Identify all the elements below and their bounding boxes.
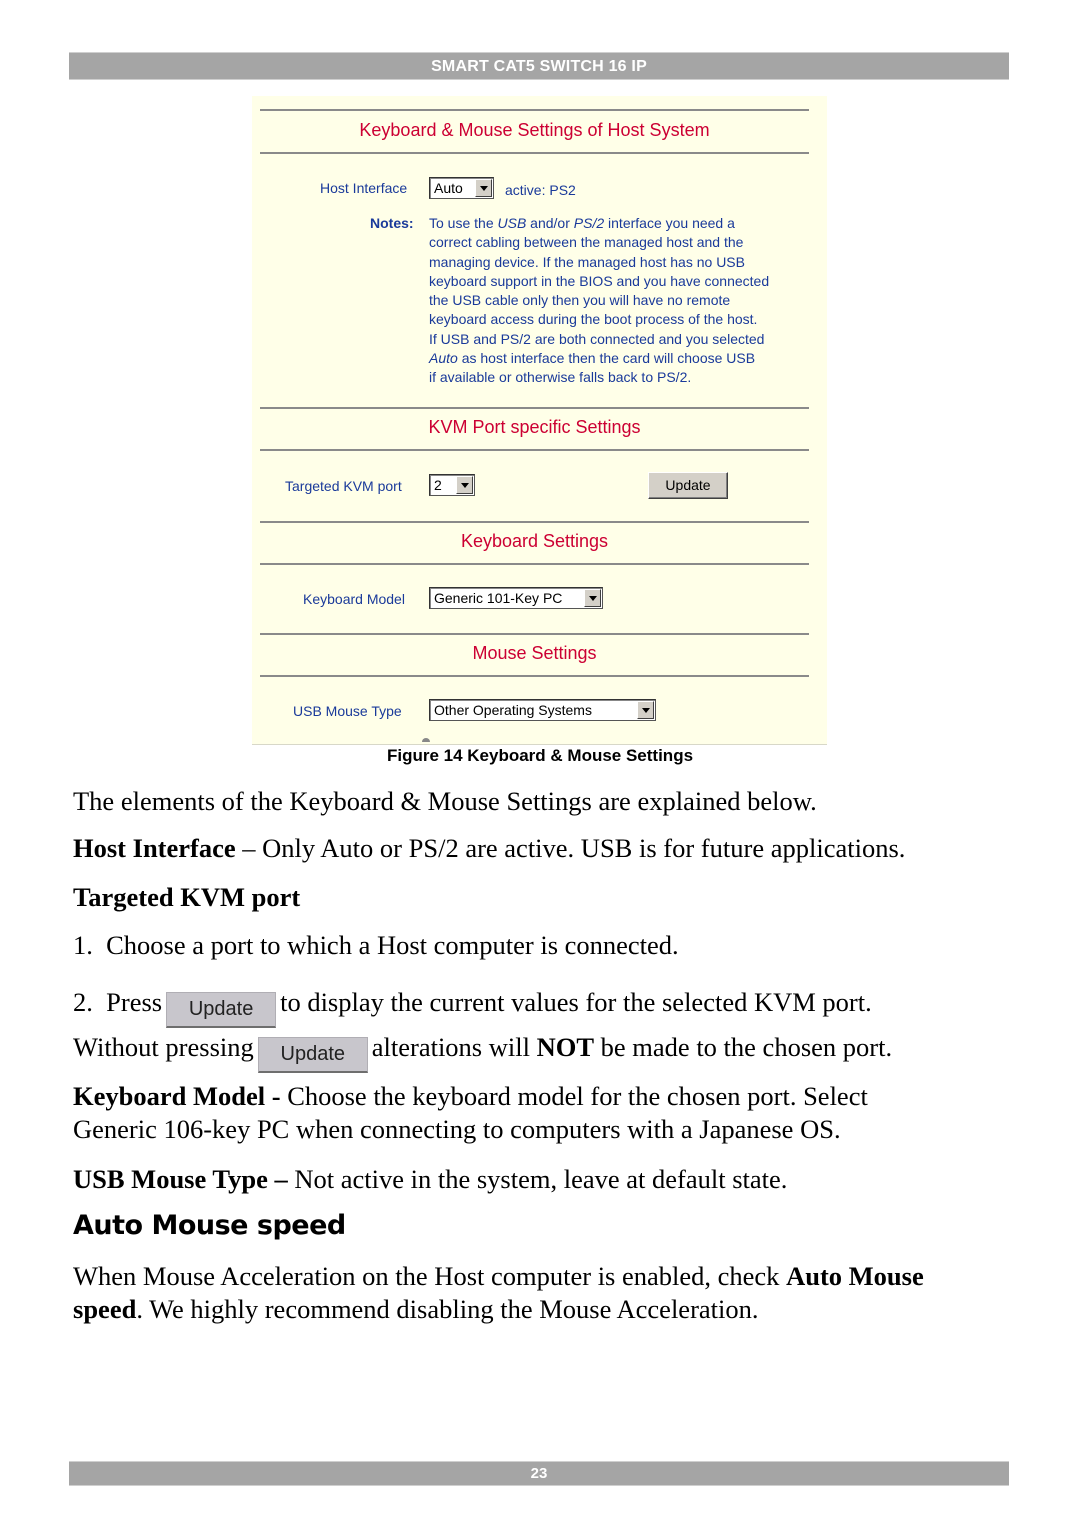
page-number: 23: [530, 1465, 548, 1482]
notes-line: To use the USB and/or PS/2 interface you…: [429, 215, 735, 231]
active-interface-status: active: PS2: [505, 182, 576, 198]
usb-mouse-type-value: Other Operating Systems: [434, 702, 592, 718]
update-button-illustration: Update: [166, 992, 277, 1028]
update-button-illustration: Update: [257, 1037, 368, 1073]
targeted-kvm-port-heading: Targeted KVM port: [73, 882, 301, 912]
auto-mouse-speed-paragraph: When Mouse Acceleration on the Host comp…: [73, 1260, 924, 1326]
targeted-kvm-port-label: Targeted KVM port: [285, 478, 402, 494]
section-title-host-system: Keyboard & Mouse Settings of Host System: [359, 120, 710, 140]
notes-line: keyboard support in the BIOS and you hav…: [429, 272, 770, 289]
description: – Only Auto or PS/2 are active. USB is f…: [235, 833, 906, 863]
chevron-down-icon[interactable]: [456, 476, 473, 494]
text: When Mouse Acceleration on the Host comp…: [73, 1261, 787, 1291]
keyboard-model-label: Keyboard Model: [303, 591, 405, 607]
divider: [260, 109, 809, 111]
term: Keyboard Model -: [73, 1081, 288, 1111]
description: Choose the keyboard model for the chosen…: [287, 1081, 868, 1111]
host-interface-paragraph: Host Interface – Only Auto or PS/2 are a…: [73, 832, 905, 865]
notes-line: managing device. If the managed host has…: [429, 253, 745, 270]
notes-label: Notes:: [370, 215, 414, 231]
usb-mouse-type-label: USB Mouse Type: [293, 703, 402, 719]
bold-text: Auto Mouse: [786, 1261, 924, 1291]
without-suffix: be made to the chosen port.: [594, 1032, 893, 1062]
keyboard-model-select[interactable]: Generic 101-Key PC: [429, 587, 603, 609]
description: Not active in the system, leave at defau…: [294, 1164, 788, 1194]
section-title-kvm-port: KVM Port specific Settings: [428, 417, 641, 437]
host-interface-value: Auto: [434, 180, 463, 196]
divider: [260, 521, 809, 523]
without-pressing-paragraph: Without pressing Update alterations will N…: [73, 1031, 892, 1073]
host-interface-select[interactable]: Auto: [429, 177, 494, 199]
page-header: SMART CAT5 SWITCH 16 IP: [69, 52, 1009, 80]
step-2-prefix: 2. Press: [73, 987, 163, 1017]
page-footer: 23: [69, 1461, 1009, 1486]
bold-text: speed: [73, 1294, 137, 1324]
notes-line: correct cabling between the managed host…: [429, 234, 744, 251]
divider: [260, 563, 809, 565]
usb-mouse-type-select[interactable]: Other Operating Systems: [429, 699, 656, 721]
divider: [260, 633, 809, 635]
usb-mouse-type-paragraph: USB Mouse Type – Not active in the syste…: [73, 1163, 787, 1196]
step-2-suffix: to display the current values for the se…: [280, 987, 872, 1017]
chevron-down-icon[interactable]: [475, 179, 492, 197]
notes-line: if available or otherwise falls back to …: [429, 369, 692, 386]
divider: [260, 449, 809, 451]
targeted-kvm-port-value: 2: [434, 477, 442, 493]
divider: [260, 675, 809, 677]
divider: [260, 407, 809, 409]
without-bold: NOT: [536, 1032, 595, 1062]
without-prefix: Without pressing: [73, 1032, 254, 1062]
header-title: SMART CAT5 SWITCH 16 IP: [431, 58, 647, 75]
chevron-down-icon[interactable]: [637, 701, 654, 719]
description-line-2: Generic 106-key PC when connecting to co…: [73, 1114, 841, 1144]
step-2: 2. Press Update to display the current val…: [73, 986, 872, 1028]
targeted-kvm-port-select[interactable]: 2: [429, 474, 475, 496]
text: . We highly recommend disabling the Mous…: [136, 1294, 759, 1324]
auto-mouse-speed-heading: Auto Mouse speed: [73, 1210, 346, 1241]
notes-line: the USB cable only then you will have no…: [429, 292, 731, 309]
keyboard-model-value: Generic 101-Key PC: [434, 590, 563, 606]
keyboard-model-paragraph: Keyboard Model - Choose the keyboard mod…: [73, 1080, 868, 1146]
divider: [260, 152, 809, 154]
term: Host Interface: [73, 833, 236, 863]
term: USB Mouse Type –: [73, 1164, 295, 1194]
notes-text: To use the USB and/or PS/2 interface you…: [429, 214, 769, 388]
section-title-mouse: Mouse Settings: [472, 643, 597, 663]
step-1: 1. Choose a port to which a Host compute…: [73, 930, 679, 960]
keyboard-mouse-settings-figure: Keyboard & Mouse Settings of Host System…: [252, 96, 827, 745]
update-button[interactable]: Update: [648, 472, 728, 499]
figure-caption: Figure 14 Keyboard & Mouse Settings: [386, 746, 694, 765]
cropped-element: [422, 738, 430, 742]
without-mid: alterations will: [371, 1032, 537, 1062]
notes-line: If USB and PS/2 are both connected and y…: [429, 330, 765, 347]
section-title-keyboard: Keyboard Settings: [460, 531, 609, 551]
notes-line: keyboard access during the boot process …: [429, 311, 758, 328]
intro-paragraph: The elements of the Keyboard & Mouse Set…: [73, 786, 817, 816]
host-interface-label: Host Interface: [320, 180, 408, 196]
chevron-down-icon[interactable]: [584, 589, 601, 607]
notes-line: Auto as host interface then the card wil…: [429, 350, 756, 367]
